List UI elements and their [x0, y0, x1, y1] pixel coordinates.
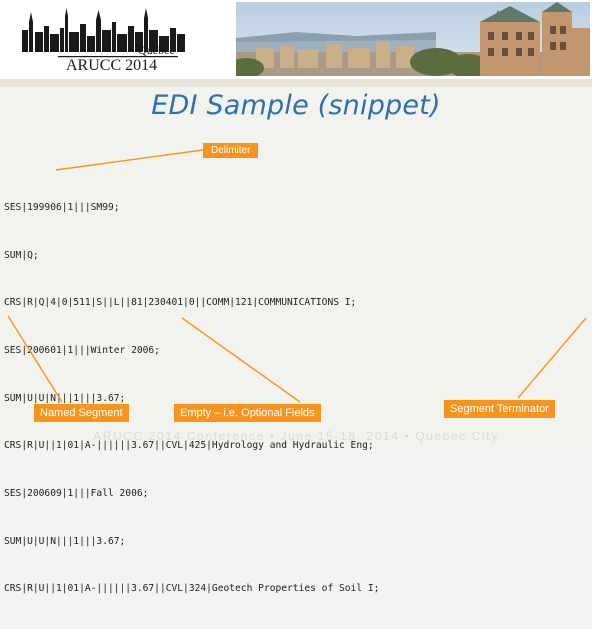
named-segment-label: Named Segment [34, 404, 129, 422]
arucc-logo: Quebec ARUCC 2014 [22, 8, 185, 74]
logo-text: ARUCC 2014 [66, 57, 157, 74]
code-line: SUM|U|U|N|||1|||3.67; [4, 535, 126, 547]
slide: Quebec ARUCC 2014 EDI Sample (snippet) D… [0, 0, 592, 594]
code-line: CRS|R|U||1|01|A-||||||3.67||CVL|324|Geot… [4, 583, 380, 595]
code-line: SUM|Q; [4, 249, 39, 261]
code-line: SES|200601|1|||Winter 2006; [4, 344, 160, 356]
slide-footer: ARUCC 2014 Conference • June 15-18, 2014… [93, 429, 499, 443]
delimiter-label: Delimiter [203, 143, 259, 158]
quebec-city-photo [236, 2, 590, 76]
terminator-arrow [517, 317, 587, 399]
empty-fields-label: Empty – i.e. Optional Fields [174, 404, 321, 422]
logo-city: Quebec [138, 43, 175, 57]
code-line: SES|200609|1|||Fall 2006; [4, 488, 149, 500]
header-band [0, 79, 592, 87]
segment-terminator-label: Segment Terminator [444, 400, 555, 418]
slide-title: EDI Sample (snippet) [151, 90, 441, 121]
slide-header: Quebec ARUCC 2014 [0, 0, 592, 80]
edi-code-block: SES|199906|1|||SM99; SUM|Q; CRS|R|Q|4|0|… [4, 168, 379, 629]
delimiter-arrow [55, 149, 204, 171]
code-line: CRS|R|Q|4|0|511|S||L||81|230401|0||COMM|… [4, 297, 357, 309]
code-line: SES|199906|1|||SM99; [4, 201, 120, 213]
